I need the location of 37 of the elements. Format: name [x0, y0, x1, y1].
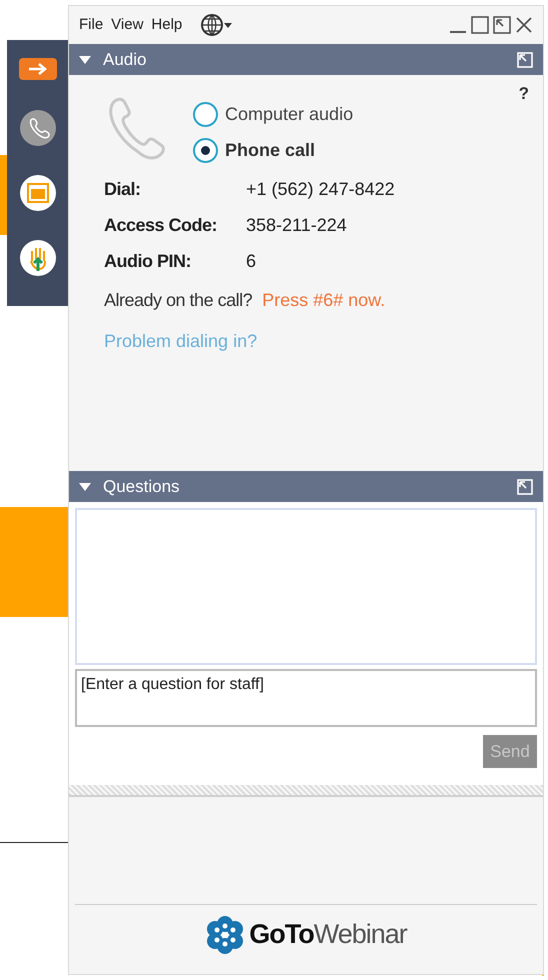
menu-item[interactable]: File — [79, 14, 104, 36]
language-menu[interactable] — [200, 13, 232, 37]
collapse-button[interactable] — [18, 58, 56, 80]
panel-header[interactable]: Questions — [69, 471, 543, 502]
maximize-icon[interactable] — [471, 16, 489, 34]
field-label: Audio PIN: — [104, 250, 192, 273]
restore-icon[interactable] — [493, 16, 511, 34]
resize-grip[interactable] — [69, 785, 543, 797]
menu-item[interactable]: Help — [151, 14, 182, 36]
field-label: Dial: — [104, 178, 142, 201]
window-icon[interactable] — [18, 174, 56, 212]
field-label: Access Code: — [104, 214, 218, 237]
menu-item[interactable]: View — [111, 14, 144, 36]
flower-logo-icon — [205, 914, 246, 954]
right-arrow-icon — [26, 62, 48, 76]
prompt-text: Already on the call? — [104, 289, 252, 312]
panel-title: Questions — [103, 476, 180, 498]
collapse-triangle-icon[interactable] — [79, 482, 91, 492]
field-value: 6 — [246, 250, 258, 273]
instruction-text: Press #6# now. — [262, 289, 386, 312]
raised-hand-icon[interactable] — [18, 239, 56, 277]
phone-icon[interactable] — [18, 109, 56, 147]
field-value: 358-211-224 — [246, 214, 348, 237]
pop-out-icon[interactable] — [517, 478, 533, 494]
pop-out-icon[interactable] — [517, 52, 533, 68]
globe-icon — [200, 13, 224, 37]
question-input[interactable]: [Enter a question for staff] — [75, 669, 537, 727]
caret-icon — [224, 22, 232, 28]
field-value: +1 (562) 247-8422 — [246, 178, 396, 201]
radio-option[interactable]: Phone call — [193, 137, 354, 164]
panel-title: Audio — [103, 48, 146, 71]
close-icon[interactable] — [515, 16, 533, 34]
brand-logo: GoToWebinar — [249, 918, 407, 952]
help-button[interactable]: ? — [518, 81, 529, 106]
panel-header[interactable]: Audio — [69, 44, 543, 75]
radio-option[interactable]: Computer audio — [193, 101, 354, 128]
collapse-triangle-icon[interactable] — [79, 54, 91, 64]
